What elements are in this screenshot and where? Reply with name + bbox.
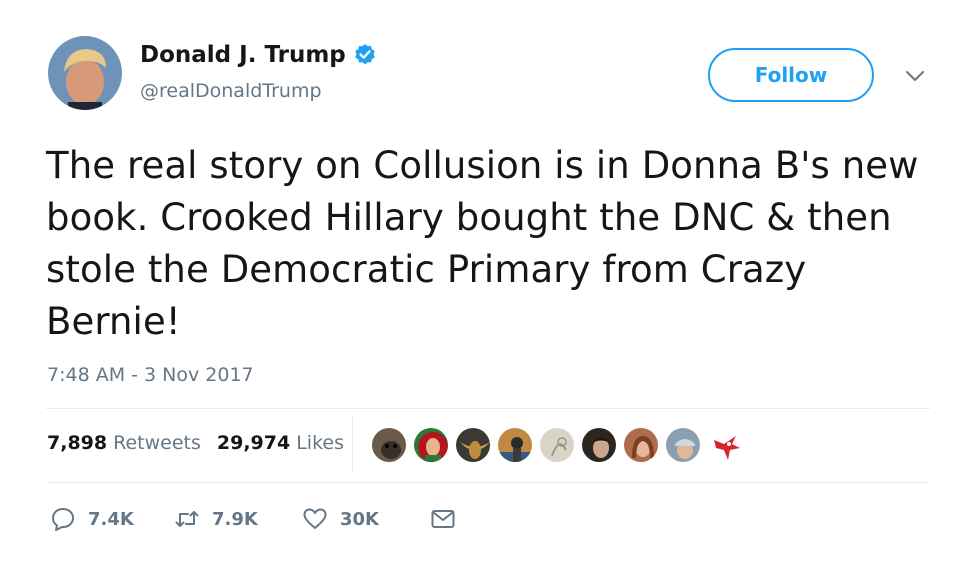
retweets-count: 7,898 <box>47 432 108 454</box>
liker-avatar[interactable] <box>664 426 702 464</box>
direct-message-button[interactable] <box>430 506 456 532</box>
liker-avatar[interactable] <box>622 426 660 464</box>
retweets-stat[interactable]: 7,898 Retweets <box>47 432 201 454</box>
liker-avatar[interactable] <box>706 426 744 464</box>
retweets-label: Retweets <box>113 432 201 454</box>
liker-avatar[interactable] <box>580 426 618 464</box>
liker-avatar[interactable] <box>454 426 492 464</box>
author-name[interactable]: Donald J. Trump <box>140 42 346 68</box>
reply-icon <box>52 508 74 531</box>
follow-button[interactable]: Follow <box>708 48 874 102</box>
likes-label: Likes <box>296 432 344 454</box>
author-avatar[interactable] <box>48 36 122 110</box>
author-name-row[interactable]: Donald J. Trump <box>140 42 377 68</box>
liker-avatar[interactable] <box>538 426 576 464</box>
tweet-actions: 7.4K 7.9K 30K <box>50 506 456 532</box>
like-count: 30K <box>340 508 379 530</box>
liker-avatar[interactable] <box>496 426 534 464</box>
liker-avatars <box>370 426 748 464</box>
tweet-stats: 7,898 Retweets 29,974 Likes <box>47 432 344 454</box>
like-button[interactable]: 30K <box>302 506 430 532</box>
likes-stat[interactable]: 29,974 Likes <box>217 432 344 454</box>
reply-button[interactable]: 7.4K <box>50 506 174 532</box>
reply-count: 7.4K <box>88 508 134 530</box>
likes-count: 29,974 <box>216 432 291 454</box>
verified-badge-icon <box>353 43 377 67</box>
author-handle[interactable]: @realDonaldTrump <box>140 80 322 102</box>
tweet-timestamp[interactable]: 7:48 AM - 3 Nov 2017 <box>47 364 254 386</box>
liker-avatar[interactable] <box>412 426 450 464</box>
stats-separator <box>352 417 353 473</box>
retweet-count: 7.9K <box>212 508 258 530</box>
divider <box>46 482 930 483</box>
retweet-button[interactable]: 7.9K <box>174 506 302 532</box>
retweet-icon <box>175 511 199 527</box>
chevron-down-icon[interactable] <box>905 68 925 82</box>
divider <box>46 408 930 409</box>
liker-avatar[interactable] <box>370 426 408 464</box>
tweet-text: The real story on Collusion is in Donna … <box>46 144 919 343</box>
author-photo <box>48 36 122 110</box>
envelope-icon <box>431 510 455 528</box>
heart-icon <box>303 508 327 529</box>
